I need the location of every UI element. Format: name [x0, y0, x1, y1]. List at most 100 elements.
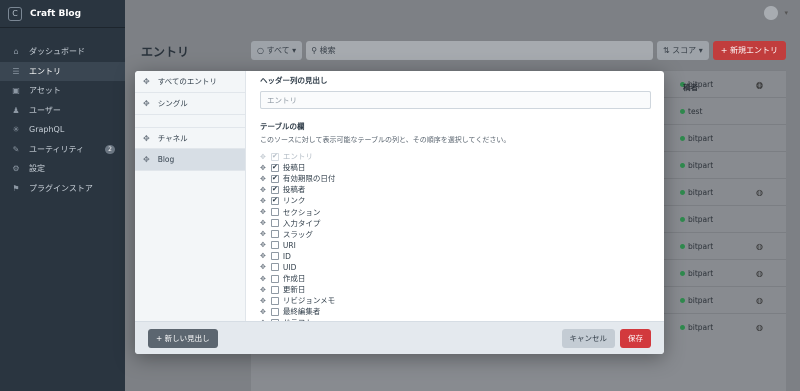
chevron-down-icon[interactable]: ▾	[784, 9, 788, 17]
source-item[interactable]: ✥ チャネル	[135, 127, 245, 149]
nav-icon: ⚙	[12, 164, 20, 174]
move-handle-icon[interactable]: ✥	[143, 99, 150, 108]
source-list: ✥ すべてのエントリ ✥ シングル ✥ チャネル ✥ Blog	[135, 71, 246, 321]
source-item[interactable]: ✥ すべてのエントリ	[135, 71, 245, 93]
column-option[interactable]: ✥ 作成日	[260, 273, 651, 284]
move-handle-icon[interactable]: ✥	[260, 175, 266, 183]
column-label: エントリ	[282, 152, 313, 162]
sidebar-item-label: GraphQL	[29, 125, 65, 135]
move-handle-icon[interactable]: ✥	[260, 252, 266, 260]
entry-author[interactable]: bitpart	[680, 188, 713, 197]
column-checkbox[interactable]: ✔	[270, 196, 279, 205]
column-option[interactable]: ✥ スラッグ	[260, 229, 651, 240]
move-handle-icon[interactable]: ✥	[260, 153, 266, 161]
sidebar-item[interactable]: ⚙ 設定	[0, 159, 125, 179]
entry-author[interactable]: bitpart	[680, 242, 713, 251]
column-checkbox[interactable]	[270, 263, 279, 272]
column-checkbox[interactable]	[270, 208, 279, 217]
move-handle-icon[interactable]: ✥	[260, 219, 266, 227]
header-label: ヘッダー列の見出し	[260, 76, 328, 85]
sidebar-item[interactable]: ⌂ ダッシュボード	[0, 42, 125, 62]
column-checkbox[interactable]	[270, 274, 279, 283]
sidebar-item[interactable]: ✳ GraphQL	[0, 120, 125, 140]
sidebar-item[interactable]: ♟ ユーザー	[0, 101, 125, 121]
move-handle-icon[interactable]: ✥	[260, 308, 266, 316]
move-handle-icon[interactable]: ✥	[143, 155, 150, 164]
craft-logo-icon: C	[8, 6, 22, 21]
column-option[interactable]: ✥ セクション	[260, 206, 651, 217]
column-option[interactable]: ✥ UID	[260, 262, 651, 273]
column-option[interactable]: ✥ ✔ 投稿者	[260, 184, 651, 195]
entry-author[interactable]: bitpart	[680, 296, 713, 305]
nav-icon: ⌂	[13, 47, 19, 57]
column-checkbox[interactable]	[270, 285, 279, 294]
entry-author[interactable]: bitpart	[680, 323, 713, 332]
column-checkbox[interactable]: ✔	[270, 163, 279, 172]
move-handle-icon[interactable]: ✥	[260, 275, 266, 283]
header-input[interactable]: エントリ	[260, 91, 651, 109]
sidebar-item[interactable]: ▣ アセット	[0, 81, 125, 101]
move-handle-icon[interactable]: ✥	[143, 134, 150, 143]
column-option[interactable]: ✥ URI	[260, 240, 651, 251]
column-label: ID	[282, 251, 291, 261]
move-handle-icon[interactable]: ✥	[260, 286, 266, 294]
entry-author[interactable]: bitpart	[680, 269, 713, 278]
move-handle-icon[interactable]: ✥	[260, 241, 266, 249]
column-checkbox[interactable]	[270, 307, 279, 316]
sidebar: C Craft Blog ⌂ ダッシュボード ☰ エントリ ▣ アセット ♟ ユーザー ✳ Gra…	[0, 0, 125, 391]
page-title: エントリ	[141, 45, 190, 59]
brand[interactable]: C Craft Blog	[0, 0, 125, 28]
new-entry-button[interactable]: + 新規エントリ	[712, 41, 786, 60]
move-handle-icon[interactable]: ✥	[260, 186, 266, 194]
sidebar-item-label: ユーザー	[29, 105, 61, 115]
move-handle-icon[interactable]: ✥	[260, 197, 266, 205]
column-option[interactable]: ✥ ✔ リンク	[260, 195, 651, 206]
status-filter-button[interactable]: ○ すべて ▾	[251, 41, 303, 60]
column-checkbox[interactable]	[270, 252, 279, 261]
column-checkbox[interactable]	[270, 241, 279, 250]
user-avatar[interactable]	[764, 6, 778, 20]
entry-author[interactable]: test	[680, 107, 702, 116]
sidebar-item[interactable]: ☰ エントリ	[0, 61, 125, 81]
move-handle-icon[interactable]: ✥	[143, 77, 150, 86]
column-checkbox[interactable]: ✔	[270, 174, 279, 183]
globe-icon: ◍	[756, 242, 763, 251]
source-item[interactable]: ✥ Blog	[135, 149, 245, 171]
column-option[interactable]: ✥ ✔ エントリ	[260, 151, 651, 162]
globe-icon: ◍	[756, 81, 763, 90]
source-item[interactable]: ✥ シングル	[135, 93, 245, 115]
column-option[interactable]: ✥ ✔ 有効期限の日付	[260, 173, 651, 184]
columns-title: テーブルの欄	[260, 122, 305, 131]
sidebar-item-label: アセット	[29, 86, 61, 96]
move-handle-icon[interactable]: ✥	[260, 208, 266, 216]
column-option[interactable]: ✥ 最終編集者	[260, 306, 651, 317]
move-handle-icon[interactable]: ✥	[260, 230, 266, 238]
column-option[interactable]: ✥ リビジョンメモ	[260, 295, 651, 306]
nav-icon: ⚑	[12, 183, 20, 193]
column-label: スラッグ	[282, 229, 313, 239]
source-item-label: Blog	[157, 155, 175, 164]
entry-author[interactable]: bitpart	[680, 134, 713, 143]
sort-button[interactable]: ⇅ スコア ▾	[656, 41, 709, 60]
column-option[interactable]: ✥ ID	[260, 251, 651, 262]
move-handle-icon[interactable]: ✥	[260, 164, 266, 172]
column-checkbox[interactable]	[270, 230, 279, 239]
sidebar-item[interactable]: ⚑ プラグインストア	[0, 179, 125, 199]
new-heading-button[interactable]: + 新しい見出し	[148, 329, 218, 348]
column-checkbox[interactable]	[270, 219, 279, 228]
column-checkbox[interactable]: ✔	[270, 185, 279, 194]
column-label: 最終編集者	[282, 307, 321, 317]
save-button[interactable]: 保存	[620, 329, 651, 348]
column-option[interactable]: ✥ 入力タイプ	[260, 218, 651, 229]
customize-sources-modal: ✥ すべてのエントリ ✥ シングル ✥ チャネル ✥ Blog ヘッダー列の見出し エントリ …	[135, 71, 664, 354]
move-handle-icon[interactable]: ✥	[260, 263, 266, 271]
column-option[interactable]: ✥ 更新日	[260, 284, 651, 295]
entry-author[interactable]: bitpart	[680, 215, 713, 224]
column-option[interactable]: ✥ ✔ 投稿日	[260, 162, 651, 173]
search-input[interactable]: ⚲ 検索	[306, 41, 653, 60]
sidebar-item[interactable]: ✎ ユーティリティ 2	[0, 140, 125, 160]
entry-author[interactable]: bitpart	[680, 161, 713, 170]
column-checkbox[interactable]	[270, 296, 279, 305]
move-handle-icon[interactable]: ✥	[260, 297, 266, 305]
cancel-button[interactable]: キャンセル	[561, 329, 615, 348]
